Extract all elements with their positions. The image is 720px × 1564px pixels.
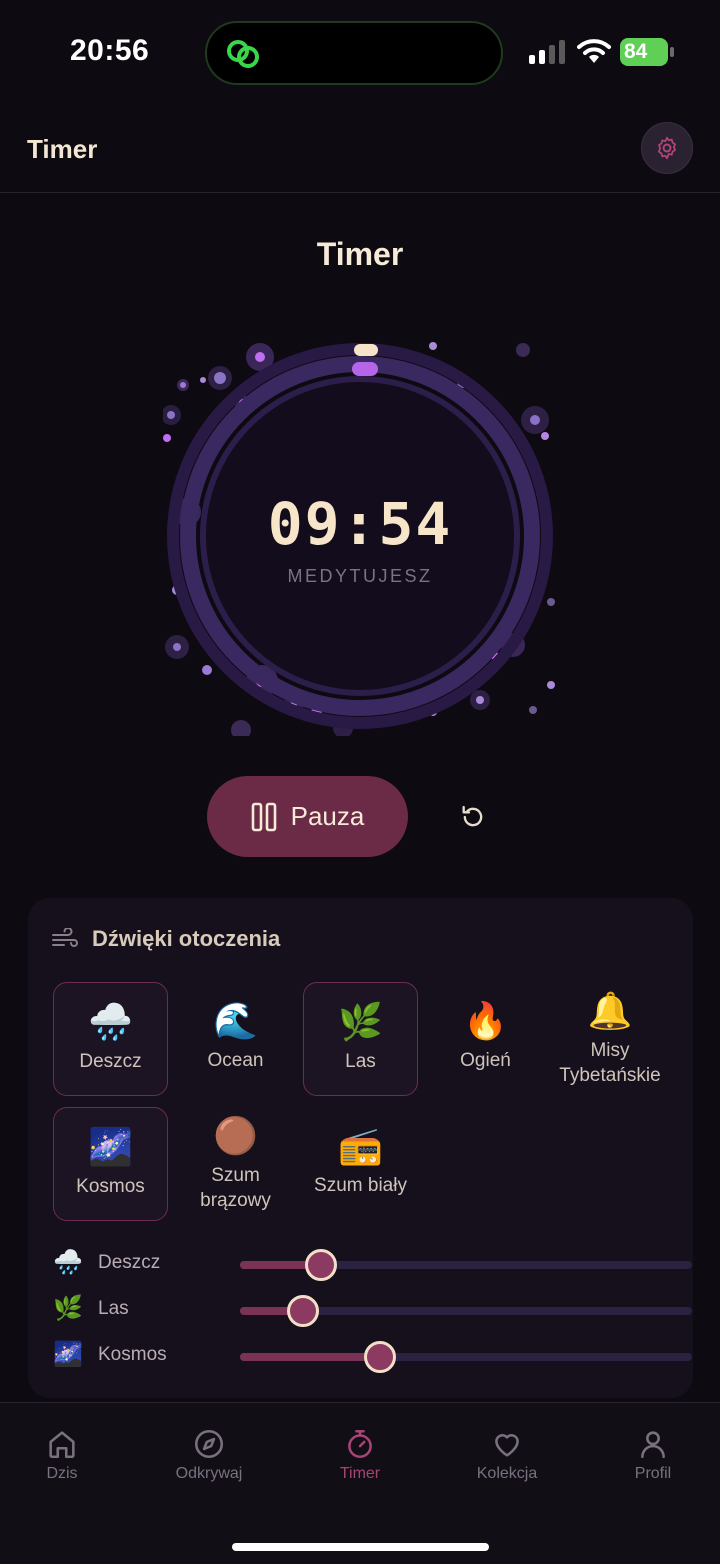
battery-level: 84 bbox=[620, 38, 668, 66]
mixer-label: Deszcz bbox=[98, 1252, 161, 1273]
leaf-icon: 🌿 bbox=[53, 1295, 83, 1322]
volume-fill bbox=[240, 1353, 381, 1361]
sound-tile-las[interactable]: 🌿 Las bbox=[303, 982, 418, 1096]
tab-odkrywaj[interactable]: Odkrywaj bbox=[149, 1427, 269, 1483]
brown-circle-icon: 🟤 bbox=[213, 1115, 258, 1156]
home-icon bbox=[49, 1431, 75, 1459]
sound-tile-label: Ogień bbox=[460, 1050, 511, 1071]
tab-timer[interactable]: Timer bbox=[300, 1427, 420, 1483]
pause-icon bbox=[251, 802, 276, 831]
tab-label: Timer bbox=[339, 1465, 381, 1482]
tab-label: Kolekcja bbox=[476, 1465, 538, 1482]
fire-icon: 🔥 bbox=[463, 1000, 508, 1041]
wifi-icon bbox=[577, 39, 611, 63]
bell-icon: 🔔 bbox=[587, 990, 633, 1031]
sound-tile-misy-tybetanskie[interactable]: 🔔 Misy Tybetańskie bbox=[550, 982, 670, 1096]
timer-status: MEDYTUJESZ bbox=[287, 566, 433, 586]
sound-tile-label: Deszcz bbox=[79, 1051, 142, 1072]
galaxy-icon: 🌌 bbox=[88, 1126, 133, 1167]
tab-profil[interactable]: Profil bbox=[593, 1427, 713, 1483]
rain-icon: 🌧️ bbox=[53, 1249, 83, 1276]
reset-icon bbox=[462, 805, 483, 827]
reset-button[interactable] bbox=[452, 796, 494, 838]
rain-icon: 🌧️ bbox=[88, 1001, 133, 1042]
sound-tile-deszcz[interactable]: 🌧️ Deszcz bbox=[53, 982, 168, 1096]
timer-value: 09:54 bbox=[267, 490, 453, 558]
tab-kolekcja[interactable]: Kolekcja bbox=[447, 1427, 567, 1483]
ambient-sounds-panel: Dźwięki otoczenia 🌧️ Deszcz 🌊 Ocean 🌿 La… bbox=[28, 898, 693, 1398]
sound-tile-ogien[interactable]: 🔥 Ogień bbox=[428, 982, 543, 1096]
mixer-row-las: 🌿 Las bbox=[52, 1290, 692, 1330]
timer-progress-marker bbox=[352, 362, 378, 376]
cellular-signal-icon bbox=[529, 40, 565, 64]
sound-tile-label: Szum brązowy bbox=[200, 1165, 271, 1211]
leaf-icon: 🌿 bbox=[338, 1001, 383, 1042]
gear-icon bbox=[658, 136, 676, 160]
battery-indicator: 84 bbox=[620, 38, 674, 66]
sound-tile-szum-bialy[interactable]: 📻 Szum biały bbox=[303, 1107, 418, 1221]
tab-label: Odkrywaj bbox=[175, 1465, 243, 1482]
page-title: Timer bbox=[316, 236, 404, 272]
header-title: Timer bbox=[27, 134, 98, 164]
volume-slider-deszcz[interactable] bbox=[240, 1249, 692, 1281]
volume-thumb[interactable] bbox=[364, 1341, 397, 1373]
sound-tile-label: Kosmos bbox=[76, 1176, 145, 1197]
user-icon bbox=[641, 1431, 665, 1459]
mixer-label: Kosmos bbox=[98, 1344, 167, 1365]
dynamic-island bbox=[205, 21, 503, 85]
wind-icon bbox=[52, 928, 78, 947]
tab-label: Dzis bbox=[46, 1465, 78, 1482]
tab-dzis[interactable]: Dzis bbox=[2, 1427, 122, 1483]
compass-icon bbox=[194, 1429, 224, 1459]
status-time: 20:56 bbox=[70, 34, 150, 67]
status-bar: 20:56 84 bbox=[0, 0, 720, 105]
volume-slider-kosmos[interactable] bbox=[240, 1341, 692, 1373]
sound-tile-szum-brazowy[interactable]: 🟤 Szum brązowy bbox=[178, 1107, 293, 1221]
sound-tile-label: Ocean bbox=[207, 1050, 264, 1071]
wave-icon: 🌊 bbox=[213, 1000, 258, 1041]
volume-slider-las[interactable] bbox=[240, 1295, 692, 1327]
volume-thumb[interactable] bbox=[287, 1295, 320, 1327]
sound-tile-ocean[interactable]: 🌊 Ocean bbox=[178, 982, 293, 1096]
volume-thumb[interactable] bbox=[305, 1249, 338, 1281]
mixer-label: Las bbox=[98, 1298, 129, 1319]
tab-label: Profil bbox=[634, 1465, 672, 1482]
radio-icon: 📻 bbox=[338, 1125, 383, 1166]
pause-label: Pauza bbox=[290, 801, 365, 831]
sound-tile-label: Szum biały bbox=[314, 1175, 407, 1196]
link-icon bbox=[227, 40, 259, 68]
mixer-row-kosmos: 🌌 Kosmos bbox=[52, 1336, 692, 1376]
ambient-header: Dźwięki otoczenia bbox=[52, 926, 280, 952]
battery-tip bbox=[670, 47, 674, 57]
stopwatch-icon bbox=[348, 1429, 372, 1459]
galaxy-icon: 🌌 bbox=[53, 1341, 83, 1368]
app-header: Timer bbox=[0, 105, 720, 193]
sound-tile-label: Misy Tybetańskie bbox=[559, 1040, 661, 1086]
pause-button[interactable]: Pauza bbox=[207, 776, 408, 857]
timer-start-marker bbox=[354, 344, 378, 356]
settings-button[interactable] bbox=[641, 122, 693, 174]
home-indicator bbox=[232, 1543, 489, 1551]
heart-icon bbox=[495, 1434, 519, 1457]
sound-tile-kosmos[interactable]: 🌌 Kosmos bbox=[53, 1107, 168, 1221]
mixer-row-deszcz: 🌧️ Deszcz bbox=[52, 1244, 692, 1284]
ambient-title: Dźwięki otoczenia bbox=[92, 926, 281, 951]
sound-tile-label: Las bbox=[345, 1051, 376, 1072]
tab-bar: Dzis Odkrywaj Timer Kolekcja Profil bbox=[0, 1402, 720, 1564]
